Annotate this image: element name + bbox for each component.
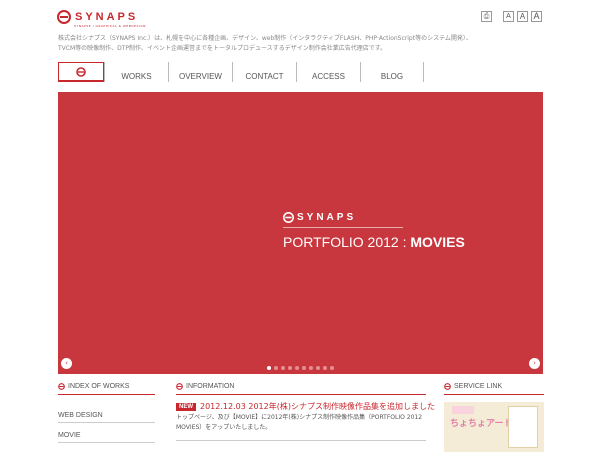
news-body: トップページ、及び【MOVIE】に2012年(株)シナプス制作映像作品集（POR… — [176, 414, 423, 431]
slider-dot[interactable] — [302, 366, 306, 370]
nav-home[interactable] — [58, 62, 104, 82]
works-item-movie[interactable]: MOVIE — [58, 432, 155, 443]
print-icon[interactable]: ⎙ — [481, 11, 492, 22]
nav-blog[interactable]: BLOG — [360, 62, 424, 82]
slider-next-button[interactable]: › — [529, 358, 540, 369]
synaps-bullet-icon — [176, 383, 183, 390]
banner-frame-decoration — [508, 406, 538, 448]
info-title: INFORMATION — [186, 383, 235, 390]
news-title[interactable]: 2012.12.03 2012年(株)シナプス制作映像作品集を追加しました — [200, 401, 435, 412]
font-size-tools: ⎙ A A A — [481, 11, 542, 22]
nav-access[interactable]: ACCESS — [296, 62, 360, 82]
service-title-rule — [444, 394, 544, 395]
news-divider — [176, 440, 426, 441]
service-banner-text: ちょちょアート — [450, 419, 513, 429]
synaps-logo-icon — [57, 10, 71, 24]
brand-logo[interactable]: SYNAPS — [57, 10, 138, 24]
service-title: SERVICE LINK — [454, 383, 503, 390]
slider-dot[interactable] — [323, 366, 327, 370]
main-nav: WORKS OVERVIEW CONTACT ACCESS BLOG — [58, 62, 424, 82]
info-title-rule — [176, 394, 426, 395]
service-banner[interactable]: ちょちょアート — [444, 402, 544, 452]
info-section-title: INFORMATION — [176, 383, 234, 390]
hero-title-main: PORTFOLIO 2012 : — [283, 234, 411, 250]
slider-prev-button[interactable]: ‹ — [61, 358, 72, 369]
works-section-title: INDEX OF WORKS — [58, 383, 129, 390]
slider-dot[interactable] — [316, 366, 320, 370]
home-logo-icon — [76, 66, 86, 77]
works-title-rule — [58, 394, 155, 395]
font-size-large-button[interactable]: A — [531, 11, 542, 22]
hero-divider — [283, 227, 403, 228]
banner-tag-decoration — [452, 406, 474, 414]
brand-tagline: SYNAPSE / GRAPHICAL & WEBDESIGN — [74, 24, 146, 28]
font-size-medium-button[interactable]: A — [517, 11, 528, 22]
slider-dot[interactable] — [309, 366, 313, 370]
hero-logo-text: SYNAPS — [297, 212, 357, 223]
slider-dots — [267, 366, 334, 370]
works-title: INDEX OF WORKS — [68, 383, 130, 390]
nav-works[interactable]: WORKS — [104, 62, 168, 82]
nav-overview[interactable]: OVERVIEW — [168, 62, 232, 82]
synaps-bullet-icon — [444, 383, 451, 390]
synaps-logo-icon — [283, 212, 294, 223]
slider-dot[interactable] — [274, 366, 278, 370]
slider-dot[interactable] — [281, 366, 285, 370]
service-section-title: SERVICE LINK — [444, 383, 502, 390]
new-badge: NEW — [176, 402, 196, 411]
news-item[interactable]: NEW 2012.12.03 2012年(株)シナプス制作映像作品集を追加しまし… — [176, 401, 435, 412]
brand-name: SYNAPS — [75, 11, 139, 23]
slider-dot[interactable] — [295, 366, 299, 370]
hero-logo: SYNAPS — [283, 212, 356, 223]
hero-slider[interactable]: SYNAPS PORTFOLIO 2012 : MOVIES ‹ › — [58, 92, 543, 374]
slider-dot[interactable] — [330, 366, 334, 370]
slider-dot[interactable] — [288, 366, 292, 370]
nav-contact[interactable]: CONTACT — [232, 62, 296, 82]
hero-title: PORTFOLIO 2012 : MOVIES — [283, 234, 465, 250]
synaps-bullet-icon — [58, 383, 65, 390]
company-description: 株式会社シナプス（SYNAPS Inc.）は、札幌を中心に各種企画、デザイン、w… — [58, 35, 472, 52]
slider-dot[interactable] — [267, 366, 271, 370]
font-size-small-button[interactable]: A — [503, 11, 514, 22]
works-item-web-design[interactable]: WEB DESIGN — [58, 412, 155, 423]
hero-title-bold: MOVIES — [410, 234, 465, 250]
